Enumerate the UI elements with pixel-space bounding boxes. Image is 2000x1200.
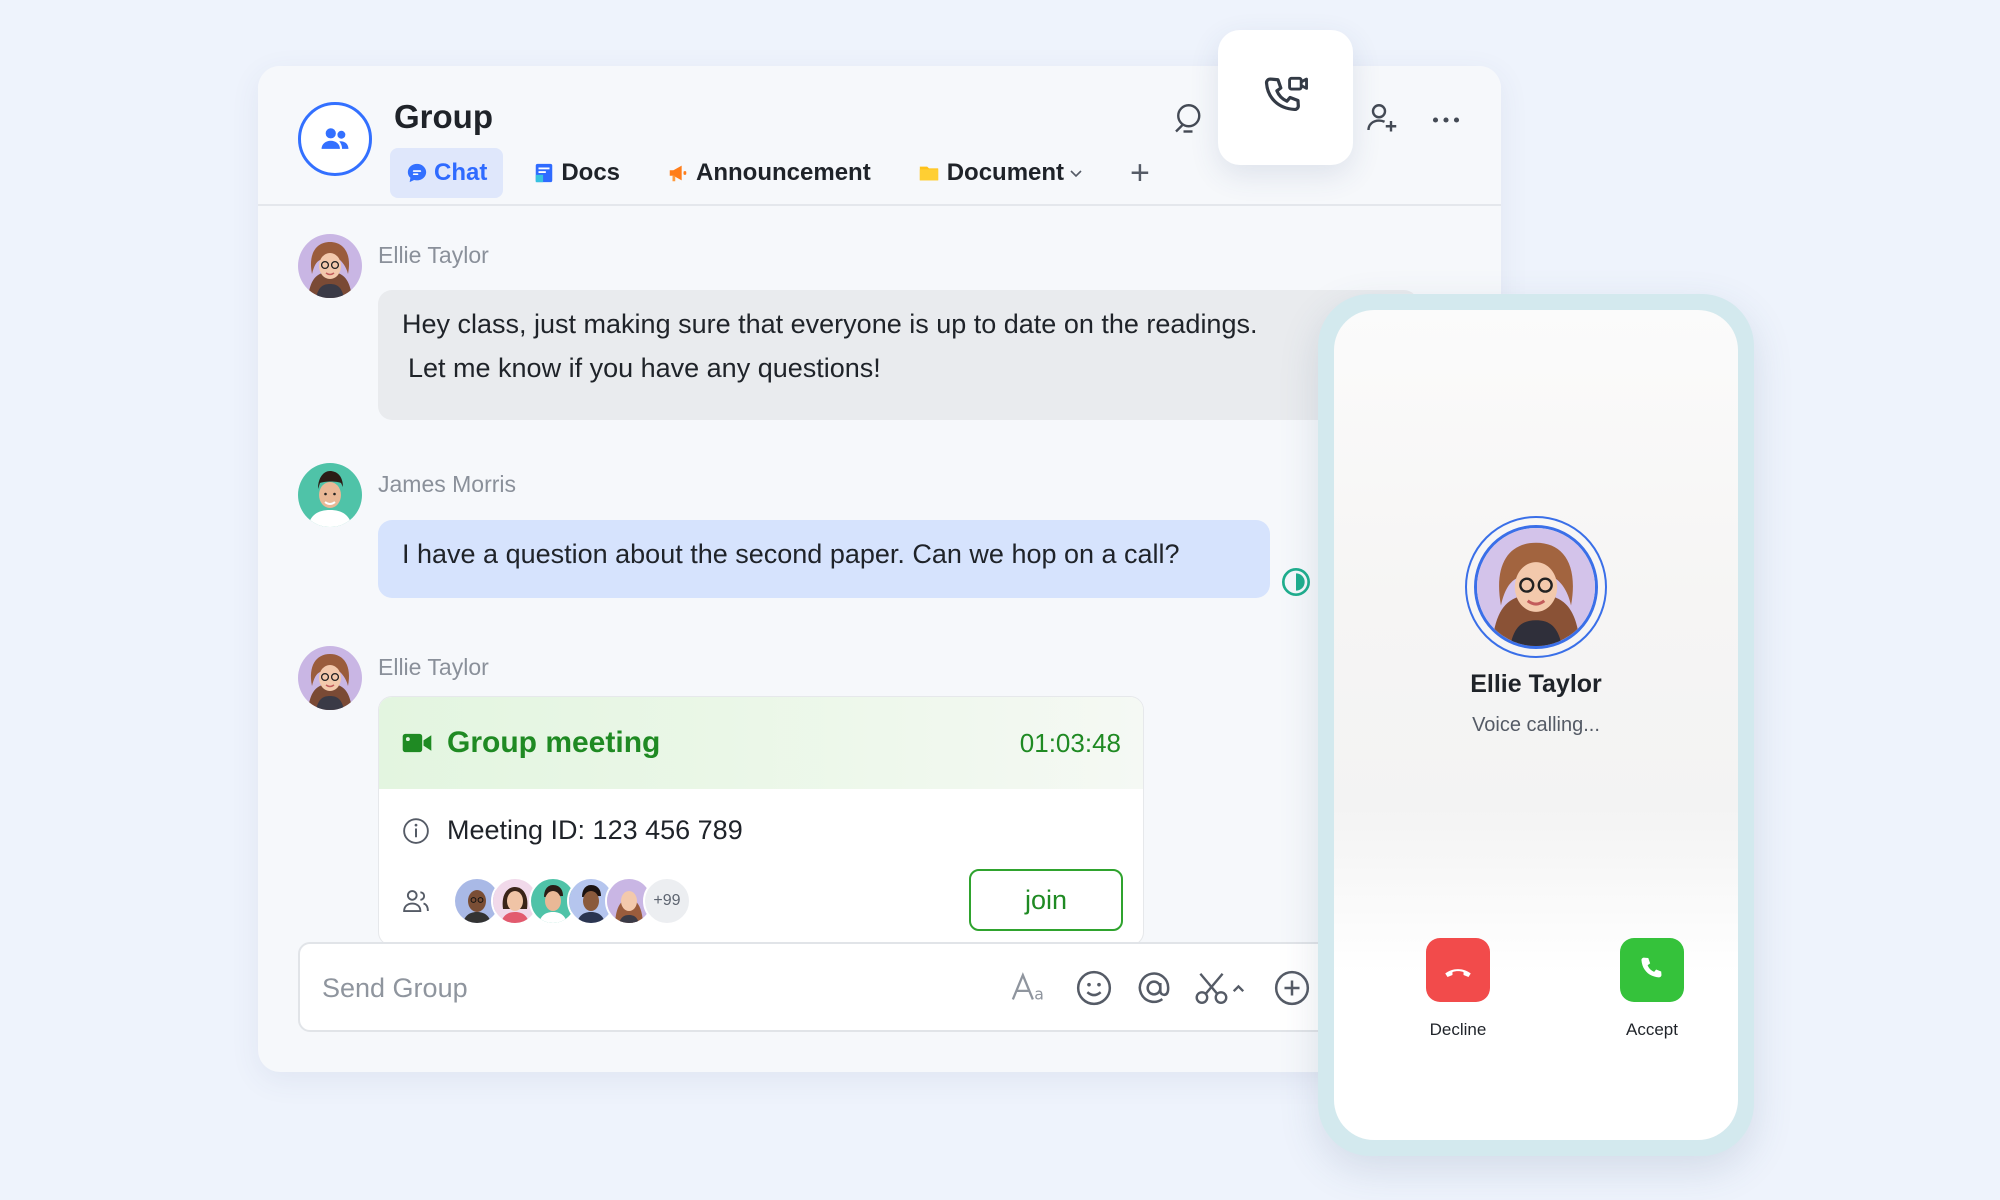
join-meeting-button[interactable]: join (969, 869, 1123, 931)
folder-icon (919, 166, 938, 181)
avatar-ellie[interactable] (298, 234, 362, 298)
tab-label: Docs (561, 159, 621, 186)
sender-name: Ellie Taylor (378, 242, 489, 268)
message-text: Let me know if you have any questions! (408, 353, 881, 383)
incoming-call-screen: Ellie Taylor Voice calling... Decline Ac… (1334, 310, 1738, 1140)
avatar-james[interactable] (298, 463, 362, 527)
meeting-id-row: Meeting ID: 123 456 789 (401, 815, 743, 846)
group-avatar[interactable] (298, 102, 372, 176)
meeting-duration: 01:03:48 (1019, 727, 1121, 758)
megaphone-icon (669, 165, 687, 182)
tab-announcement[interactable]: Announcement (650, 148, 887, 198)
call-status: Voice calling... (1472, 714, 1600, 736)
message-composer: a (298, 942, 1418, 1032)
meeting-id: Meeting ID: 123 456 789 (447, 815, 743, 845)
chevron-down-icon (1070, 170, 1082, 178)
emoji-icon[interactable] (1074, 968, 1114, 1008)
phone-frame: Ellie Taylor Voice calling... Decline Ac… (1318, 294, 1754, 1156)
message-text: I have a question about the second paper… (402, 539, 1180, 569)
tab-document[interactable]: Document (901, 148, 1106, 198)
read-status-icon (1282, 568, 1310, 596)
tab-chat[interactable]: Chat (390, 148, 504, 198)
add-member-icon[interactable] (1364, 100, 1400, 136)
phone-video-icon (1264, 76, 1308, 111)
tab-label: Announcement (696, 159, 871, 186)
accept-label: Accept (1626, 1020, 1678, 1039)
sender-name: Ellie Taylor (378, 654, 489, 680)
group-icon (321, 128, 349, 149)
more-participants-count: +99 (643, 877, 691, 925)
participants-row[interactable]: +99 (401, 877, 691, 925)
video-camera-icon (402, 733, 432, 753)
text-format-icon[interactable]: a (1010, 968, 1050, 1008)
tab-docs[interactable]: Docs (517, 148, 636, 198)
decline-call-button[interactable] (1426, 938, 1490, 1002)
video-call-button[interactable] (1218, 30, 1353, 165)
group-title: Group (394, 98, 493, 135)
caller-avatar (1474, 525, 1598, 649)
screenshot-icon[interactable] (1194, 968, 1248, 1008)
meeting-header: Group meeting 01:03:48 (379, 697, 1143, 789)
tab-bar: Chat Docs Announcement Document + (390, 148, 1160, 198)
decline-label: Decline (1429, 1020, 1487, 1039)
add-circle-icon[interactable] (1272, 968, 1312, 1008)
caller-name: Ellie Taylor (1470, 670, 1602, 698)
svg-text:a: a (1034, 984, 1044, 1003)
chat-bubble-icon (407, 163, 427, 183)
message-input[interactable] (322, 966, 962, 1010)
chat-window: Group Chat Docs Announcement Document + … (258, 66, 1501, 1072)
message-text: Hey class, just making sure that everyon… (402, 309, 1258, 339)
sender-name: James Morris (378, 471, 517, 497)
phone-icon (1641, 957, 1662, 978)
tab-label: Document (946, 159, 1065, 186)
add-tab-button[interactable]: + (1120, 154, 1160, 193)
message-bubble[interactable]: I have a question about the second paper… (378, 520, 1270, 598)
message-bubble[interactable]: Hey class, just making sure that everyon… (378, 290, 1418, 420)
participants-icon (403, 890, 429, 912)
tab-label: Chat (434, 159, 488, 186)
mention-icon[interactable] (1134, 968, 1174, 1008)
meeting-card[interactable]: Group meeting 01:03:48 Meeting ID: 123 4… (378, 696, 1144, 946)
search-icon[interactable] (1170, 100, 1206, 136)
accept-call-button[interactable] (1620, 938, 1684, 1002)
docs-icon (536, 163, 553, 183)
hang-up-icon (1445, 969, 1471, 977)
james-avatar-image (298, 463, 362, 527)
ellie-avatar-image (298, 234, 362, 298)
info-icon (403, 817, 429, 844)
ellie-avatar-image (298, 646, 362, 710)
avatar-ellie[interactable] (298, 646, 362, 710)
more-options-icon[interactable] (1428, 102, 1464, 138)
caller-avatar-ring (1465, 516, 1607, 658)
meeting-title: Group meeting (447, 726, 661, 759)
